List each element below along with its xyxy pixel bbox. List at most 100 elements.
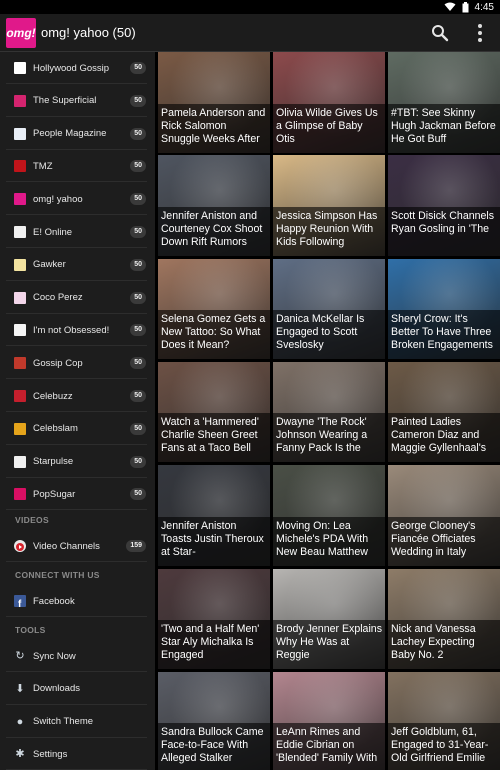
count-badge: 50 (130, 324, 146, 337)
count-badge: 50 (130, 390, 146, 402)
article-tile[interactable]: Dwayne 'The Rock' Johnson Wearing a Fann… (273, 361, 385, 463)
article-tile[interactable]: Nick and Vanessa Lachey Expecting Baby N… (388, 568, 500, 669)
article-title: George Clooney's Fiancée Officiates Wedd… (388, 516, 500, 566)
site-favicon-icon (14, 62, 26, 74)
section-header-tools: TOOLS (15, 625, 46, 635)
count-badge: 50 (130, 226, 146, 238)
article-title: Watch a 'Hammered' Charlie Sheen Greet F… (158, 413, 270, 463)
article-tile[interactable]: Jessica Simpson Has Happy Reunion With K… (273, 155, 385, 256)
sidebar-item-the-superficial[interactable]: The Superficial 50 (0, 85, 155, 117)
article-tile[interactable]: Danica McKellar Is Engaged to Scott Sves… (273, 258, 385, 360)
sidebar-item-label: TMZ (33, 160, 53, 172)
sidebar-item-gawker[interactable]: Gawker 50 (0, 249, 155, 281)
app-title: omg! yahoo (50) (41, 25, 136, 40)
article-title: Pamela Anderson and Rick Salomon Snuggle… (158, 103, 270, 153)
action-bar: omg! omg! yahoo (50) (0, 14, 500, 52)
sidebar-item-label: E! Online (33, 226, 73, 238)
article-tile[interactable]: #TBT: See Skinny Hugh Jackman Before He … (388, 52, 500, 153)
svg-text:f: f (18, 599, 22, 608)
article-tile[interactable]: LeAnn Rimes and Eddie Cibrian on 'Blende… (273, 671, 385, 770)
article-title: #TBT: See Skinny Hugh Jackman Before He … (388, 103, 500, 153)
article-title: Sandra Bullock Came Face-to-Face With Al… (158, 723, 270, 770)
sidebar-item-starpulse[interactable]: Starpulse 50 (0, 446, 155, 478)
article-tile[interactable]: Jeff Goldblum, 61, Engaged to 31-Year-Ol… (388, 671, 500, 770)
sidebar-item-tmz[interactable]: TMZ 50 (0, 150, 155, 183)
section-header-connect: CONNECT WITH US (15, 570, 100, 580)
article-title: 'Two and a Half Men' Star Aly Michalka I… (158, 620, 270, 669)
article-title: Nick and Vanessa Lachey Expecting Baby N… (388, 620, 500, 669)
site-favicon-icon (14, 357, 26, 370)
overflow-dot-icon (478, 31, 482, 35)
sidebar-item-i-m-not-obsessed[interactable]: I'm not Obsessed! 50 (0, 314, 155, 347)
article-tile[interactable]: Watch a 'Hammered' Charlie Sheen Greet F… (158, 361, 270, 463)
sidebar-item-hollywood-gossip[interactable]: Hollywood Gossip 50 (0, 52, 155, 84)
sidebar-item-gossip-cop[interactable]: Gossip Cop 50 (0, 347, 155, 380)
count-badge: 50 (130, 357, 146, 370)
count-badge: 50 (130, 94, 146, 107)
site-favicon-icon (14, 258, 26, 271)
section-header-videos: VIDEOS (15, 515, 49, 525)
article-tile[interactable]: Scott Disick Channels Ryan Gosling in 'T… (388, 155, 500, 256)
article-title: Brody Jenner Explains Why He Was at Regg… (273, 620, 385, 669)
sidebar-item-label: The Superficial (33, 95, 97, 107)
sidebar-item-sync-now[interactable]: ↻ Sync Now (0, 640, 155, 672)
site-favicon-icon (14, 390, 26, 402)
divider (6, 561, 147, 562)
article-tile[interactable]: Selena Gomez Gets a New Tattoo: So What … (158, 258, 270, 360)
article-tile[interactable]: Olivia Wilde Gives Us a Glimpse of Baby … (273, 52, 385, 153)
search-button[interactable] (430, 23, 450, 43)
sidebar-item-label: I'm not Obsessed! (33, 324, 110, 336)
article-tile[interactable]: Jennifer Aniston and Courteney Cox Shoot… (158, 155, 270, 256)
article-tile[interactable]: Painted Ladies Cameron Diaz and Maggie G… (388, 361, 500, 463)
app-logo[interactable]: omg! (6, 18, 36, 48)
sidebar-item-popsugar[interactable]: PopSugar 50 (0, 478, 155, 511)
status-icons: 4:45 (444, 0, 494, 14)
sidebar-item-people-magazine[interactable]: People Magazine 50 (0, 118, 155, 150)
count-badge: 50 (130, 160, 146, 173)
site-favicon-icon (14, 226, 26, 238)
article-tile[interactable]: Brody Jenner Explains Why He Was at Regg… (273, 568, 385, 669)
article-title: Danica McKellar Is Engaged to Scott Sves… (273, 310, 385, 360)
sidebar-item-celebuzz[interactable]: Celebuzz 50 (0, 380, 155, 412)
sidebar-item-e-online[interactable]: E! Online 50 (0, 216, 155, 248)
sidebar-item-label: Downloads (33, 683, 80, 695)
sidebar-item-settings[interactable]: ✱ Settings (0, 738, 155, 770)
settings-icon: ✱ (15, 748, 25, 761)
article-tile[interactable]: Jennifer Aniston Toasts Justin Theroux a… (158, 465, 270, 566)
site-favicon-icon (14, 94, 26, 107)
article-tile[interactable]: Sandra Bullock Came Face-to-Face With Al… (158, 671, 270, 770)
article-tile[interactable]: 'Two and a Half Men' Star Aly Michalka I… (158, 568, 270, 669)
overflow-menu-button[interactable] (474, 23, 486, 43)
count-badge: 50 (130, 193, 146, 206)
sidebar-item-omg-yahoo[interactable]: omg! yahoo 50 (0, 183, 155, 216)
sidebar-item-label: omg! yahoo (33, 193, 83, 205)
sidebar-item-label: Hollywood Gossip (33, 62, 110, 74)
sidebar-item-coco-perez[interactable]: Coco Perez 50 (0, 282, 155, 314)
sidebar-item-downloads[interactable]: ⬇ Downloads (0, 673, 155, 705)
article-tile[interactable]: Sheryl Crow: It's Better To Have Three B… (388, 258, 500, 360)
sidebar-item-celebslam[interactable]: Celebslam 50 (0, 413, 155, 445)
site-favicon-icon (14, 324, 26, 337)
count-badge: 50 (130, 455, 146, 468)
sidebar-item-label: PopSugar (33, 488, 76, 500)
sync-icon: ↻ (15, 650, 25, 662)
count-badge: 50 (130, 127, 146, 140)
article-title: Scott Disick Channels Ryan Gosling in 'T… (388, 206, 500, 256)
sidebar-item-label: Coco Perez (33, 292, 83, 304)
status-time: 4:45 (474, 1, 494, 13)
sidebar-item-switch-theme[interactable]: ● Switch Theme (0, 706, 155, 738)
count-badge: 50 (130, 422, 146, 435)
article-tile[interactable]: Pamela Anderson and Rick Salomon Snuggle… (158, 52, 270, 153)
sidebar-item-label: Sync Now (33, 650, 76, 662)
article-title: Selena Gomez Gets a New Tattoo: So What … (158, 310, 270, 360)
article-tile[interactable]: Moving On: Lea Michele's PDA With New Be… (273, 465, 385, 566)
sidebar-item-label: Video Channels (33, 540, 100, 552)
article-tile[interactable]: George Clooney's Fiancée Officiates Wedd… (388, 465, 500, 566)
theme-icon: ● (16, 715, 24, 728)
count-badge: 50 (130, 62, 146, 74)
sidebar-item-label: Celebuzz (33, 390, 73, 402)
count-badge: 50 (130, 258, 146, 271)
sidebar-item-label: Facebook (33, 595, 75, 607)
sidebar-item-video-channels[interactable]: Video Channels 159 (0, 530, 155, 562)
sidebar-item-facebook[interactable]: f Facebook (0, 585, 155, 617)
